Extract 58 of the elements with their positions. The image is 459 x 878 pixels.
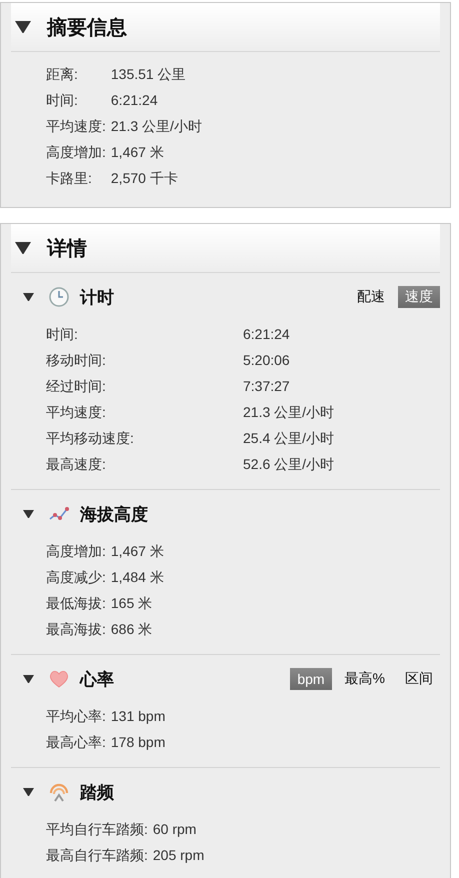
- panel-title: 摘要信息: [47, 16, 127, 40]
- heart-icon: [48, 668, 70, 690]
- collapse-triangle-icon[interactable]: [23, 292, 34, 302]
- unit-toggle[interactable]: 速度: [398, 286, 440, 308]
- stat-value: 6:21:24: [110, 91, 159, 110]
- stat-label: 平均移动速度:: [46, 429, 135, 448]
- unit-toggle[interactable]: 配速: [350, 286, 392, 308]
- stat-value: 6:21:24: [243, 325, 291, 344]
- unit-toggle[interactable]: 最高%: [338, 668, 392, 690]
- stat-label: 平均心率:: [46, 707, 106, 726]
- collapse-triangle-icon[interactable]: [15, 242, 31, 254]
- stat-value: 21.3 公里/小时: [243, 403, 336, 422]
- stat-value: 5:20:06: [243, 351, 291, 370]
- collapse-triangle-icon[interactable]: [15, 20, 31, 34]
- stat-value: 7:37:27: [243, 377, 291, 396]
- stat-label: 移动时间:: [46, 351, 107, 370]
- section-title: 海拔高度: [80, 504, 148, 526]
- stat-value: 131 bpm: [110, 707, 166, 726]
- stat-label: 平均速度:: [46, 403, 107, 422]
- stat-value: 178 bpm: [110, 733, 166, 752]
- stat-value: 60 rpm: [152, 820, 198, 839]
- stat-value: 1,467 米: [110, 542, 165, 561]
- stat-value: 2,570 千卡: [110, 169, 179, 188]
- stat-label: 最低海拔:: [46, 594, 106, 613]
- stat-value: 1,467 米: [110, 143, 165, 162]
- stat-label: 最高海拔:: [46, 620, 106, 639]
- stat-label: 经过时间:: [46, 377, 107, 396]
- section-title: 踏频: [80, 782, 114, 804]
- stat-label: 最高速度:: [46, 455, 107, 474]
- stat-label: 高度增加:: [46, 143, 106, 162]
- section-title: 心率: [80, 668, 114, 690]
- stat-label: 平均自行车踏频:: [46, 820, 148, 839]
- collapse-triangle-icon[interactable]: [23, 788, 34, 796]
- stat-label: 最高自行车踏频:: [46, 846, 148, 865]
- signal-arcs-icon: [48, 781, 70, 803]
- stat-label: 卡路里:: [46, 169, 93, 188]
- stat-value: 135.51 公里: [110, 65, 187, 84]
- stat-value: 52.6 公里/小时: [243, 455, 336, 474]
- stat-value: 205 rpm: [152, 846, 206, 865]
- stat-label: 高度减少:: [46, 568, 106, 587]
- stat-value: 165 米: [110, 594, 154, 613]
- panel-title: 详情: [47, 236, 87, 262]
- clock-icon: [48, 286, 70, 308]
- stat-label: 距离:: [46, 65, 79, 84]
- stat-value: 25.4 公里/小时: [243, 429, 336, 448]
- collapse-triangle-icon[interactable]: [23, 674, 34, 684]
- stat-value: 1,484 米: [110, 568, 165, 587]
- stat-label: 时间:: [46, 91, 79, 110]
- collapse-triangle-icon[interactable]: [23, 510, 34, 518]
- stat-label: 平均速度:: [46, 117, 106, 136]
- section-title: 计时: [80, 286, 114, 308]
- stat-label: 最高心率:: [46, 733, 106, 752]
- stat-value: 21.3 公里/小时: [110, 117, 203, 136]
- stat-label: 时间:: [46, 325, 79, 344]
- unit-toggle[interactable]: bpm: [290, 668, 332, 690]
- stat-label: 高度增加:: [46, 542, 106, 561]
- unit-toggle[interactable]: 区间: [398, 668, 440, 690]
- stat-value: 686 米: [110, 620, 154, 639]
